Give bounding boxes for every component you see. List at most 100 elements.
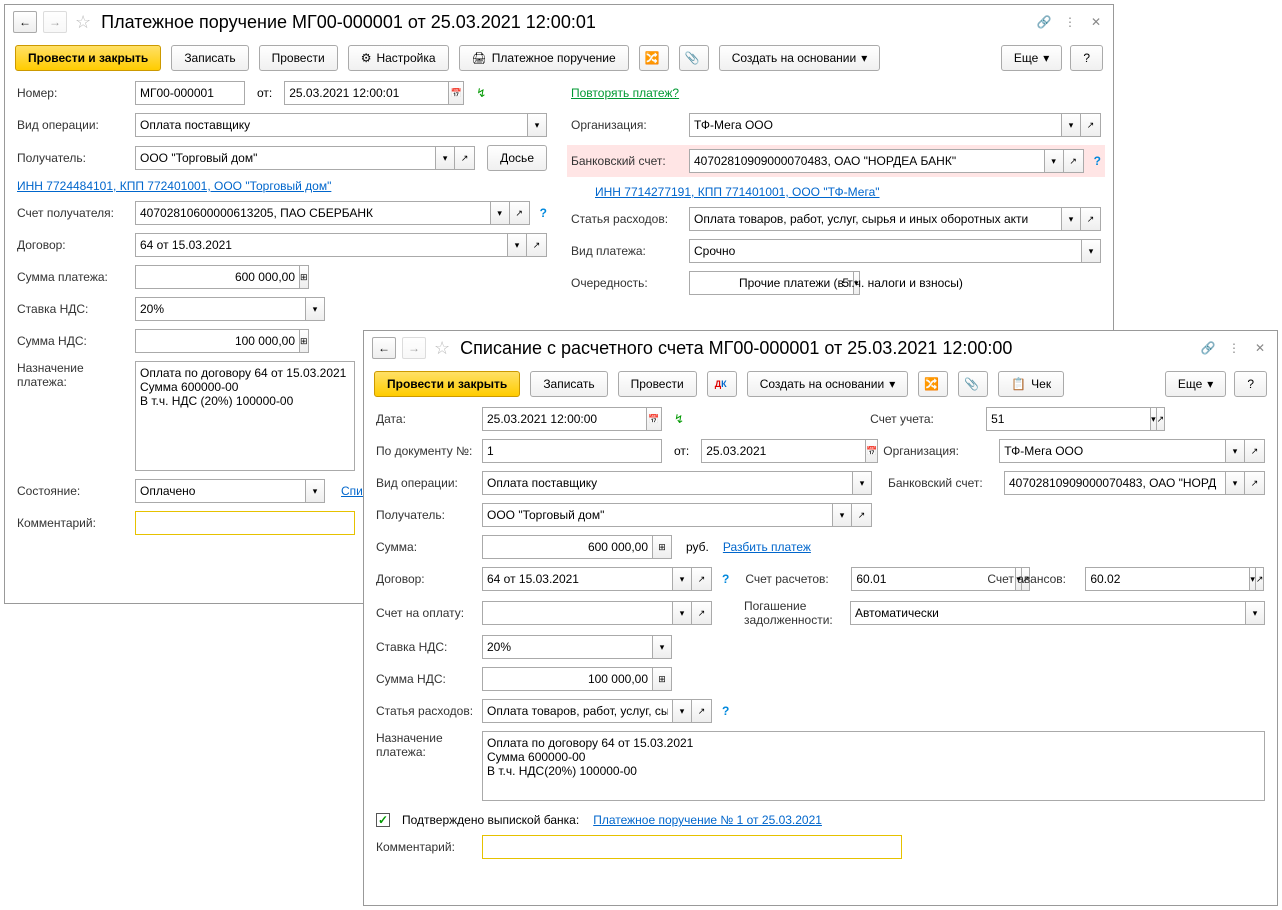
close-icon[interactable]: ✕ (1087, 13, 1105, 31)
create-based-on-button[interactable]: Создать на основании ▾ (719, 45, 881, 71)
comment-input[interactable] (135, 511, 355, 535)
calendar-icon[interactable]: 📅 (865, 439, 878, 463)
confirmed-link[interactable]: Платежное поручение № 1 от 25.03.2021 (593, 813, 822, 827)
contract-select[interactable] (135, 233, 507, 257)
post-and-close-button[interactable]: Провести и закрыть (374, 371, 520, 397)
more-button[interactable]: Еще ▾ (1165, 371, 1226, 397)
state-select[interactable] (135, 479, 305, 503)
org-select[interactable] (999, 439, 1225, 463)
sum-input[interactable] (135, 265, 299, 289)
create-based-on-button[interactable]: Создать на основании ▾ (747, 371, 909, 397)
contract-select[interactable] (482, 567, 672, 591)
expense-item-select[interactable] (482, 699, 672, 723)
clip-icon: 📎 (685, 51, 700, 65)
date-input[interactable] (482, 407, 646, 431)
org-inn-link[interactable]: ИНН 7714277191, КПП 771401001, ООО "ТФ-М… (595, 185, 880, 199)
dtkt-button[interactable]: ДК (707, 371, 737, 397)
print-icon: 🖨 (472, 51, 487, 65)
save-button[interactable]: Записать (530, 371, 607, 397)
attach-button[interactable]: 📎 (679, 45, 709, 71)
purpose-textarea[interactable]: Оплата по договору 64 от 15.03.2021 Сумм… (482, 731, 1265, 801)
recipient-inn-link[interactable]: ИНН 7724484101, КПП 772401001, ООО "Торг… (17, 179, 331, 193)
calculator-icon[interactable]: ⊞ (652, 535, 672, 559)
window-title: Платежное поручение МГ00-000001 от 25.03… (101, 12, 596, 33)
nav-forward-button[interactable]: → (43, 11, 67, 33)
open-icon[interactable]: ↗ (455, 146, 475, 170)
receipt-icon: 📋 (1011, 377, 1026, 391)
star-icon[interactable]: ☆ (75, 12, 91, 33)
bank-account-select[interactable] (689, 149, 1044, 173)
optype-select[interactable] (482, 471, 852, 495)
advance-account-select[interactable] (1085, 567, 1249, 591)
save-button[interactable]: Записать (171, 45, 248, 71)
gear-icon: ⚙ (361, 51, 372, 65)
chevron-down-icon[interactable]: ▾ (527, 113, 547, 137)
post-and-close-button[interactable]: Провести и закрыть (15, 45, 161, 71)
link-icon[interactable]: 🔗 (1035, 13, 1053, 31)
docnum-input[interactable] (482, 439, 662, 463)
calendar-icon[interactable]: 📅 (646, 407, 662, 431)
vat-rate-select[interactable] (482, 635, 652, 659)
recipient-account-select[interactable] (135, 201, 490, 225)
toolbar: Провести и закрыть Записать Провести ⚙На… (5, 39, 1113, 77)
help-button[interactable]: ? (1070, 45, 1103, 71)
titlebar: ← → ☆ Платежное поручение МГ00-000001 от… (5, 5, 1113, 39)
kebab-icon[interactable]: ⋮ (1061, 13, 1079, 31)
vat-sum-input[interactable] (482, 667, 652, 691)
bank-account-select[interactable] (1004, 471, 1225, 495)
post-button[interactable]: Провести (618, 371, 697, 397)
structure-button[interactable]: 🔀 (918, 371, 948, 397)
vat-sum-input[interactable] (135, 329, 299, 353)
comment-input[interactable] (482, 835, 902, 859)
kebab-icon[interactable]: ⋮ (1225, 339, 1243, 357)
nav-forward-button[interactable]: → (402, 337, 426, 359)
help-icon[interactable]: ? (540, 206, 547, 220)
help-icon[interactable]: ? (722, 572, 729, 586)
org-select[interactable] (689, 113, 1061, 137)
payment-type-select[interactable] (689, 239, 1081, 263)
account-select[interactable] (986, 407, 1150, 431)
window-title: Списание с расчетного счета МГ00-000001 … (460, 338, 1012, 359)
attach-button[interactable]: 📎 (958, 371, 988, 397)
date-input[interactable] (284, 81, 448, 105)
more-button[interactable]: Еще ▾ (1001, 45, 1062, 71)
help-icon[interactable]: ? (722, 704, 729, 718)
link-icon[interactable]: 🔗 (1199, 339, 1217, 357)
invoice-select[interactable] (482, 601, 672, 625)
settings-button[interactable]: ⚙Настройка (348, 45, 449, 71)
chevron-down-icon: ▾ (1043, 51, 1049, 65)
dossier-button[interactable]: Досье (487, 145, 547, 171)
recipient-select[interactable] (135, 146, 435, 170)
chevron-down-icon: ▾ (889, 377, 895, 391)
nav-back-button[interactable]: ← (13, 11, 37, 33)
confirmed-checkbox[interactable]: ✓ (376, 813, 390, 827)
structure-button[interactable]: 🔀 (639, 45, 669, 71)
expense-item-select[interactable] (689, 207, 1061, 231)
recipient-select[interactable] (482, 503, 832, 527)
chevron-down-icon: ▾ (861, 51, 867, 65)
chevron-down-icon[interactable]: ▾ (435, 146, 455, 170)
close-icon[interactable]: ✕ (1251, 339, 1269, 357)
docdate-input[interactable] (701, 439, 865, 463)
calendar-icon[interactable]: 📅 (448, 81, 464, 105)
check-button[interactable]: 📋Чек (998, 371, 1064, 397)
purpose-textarea[interactable]: Оплата по договору 64 от 15.03.2021 Сумм… (135, 361, 355, 471)
nav-back-button[interactable]: ← (372, 337, 396, 359)
split-payment-link[interactable]: Разбить платеж (723, 540, 811, 554)
post-button[interactable]: Провести (259, 45, 338, 71)
vat-rate-select[interactable] (135, 297, 305, 321)
help-button[interactable]: ? (1234, 371, 1267, 397)
help-icon[interactable]: ? (1094, 154, 1101, 168)
status-ok-icon: ↯ (476, 86, 486, 100)
status-ok-icon: ↯ (674, 412, 684, 426)
sum-input[interactable] (482, 535, 652, 559)
optype-select[interactable] (135, 113, 527, 137)
number-input[interactable] (135, 81, 245, 105)
structure-icon: 🔀 (645, 51, 660, 65)
bank-writeoff-window: ← → ☆ Списание с расчетного счета МГ00-0… (363, 330, 1278, 906)
print-button[interactable]: 🖨Платежное поручение (459, 45, 629, 71)
star-icon[interactable]: ☆ (434, 338, 450, 359)
repeat-payment-link[interactable]: Повторять платеж? (571, 86, 679, 100)
debt-repayment-select[interactable] (850, 601, 1245, 625)
calculator-icon[interactable]: ⊞ (299, 265, 309, 289)
